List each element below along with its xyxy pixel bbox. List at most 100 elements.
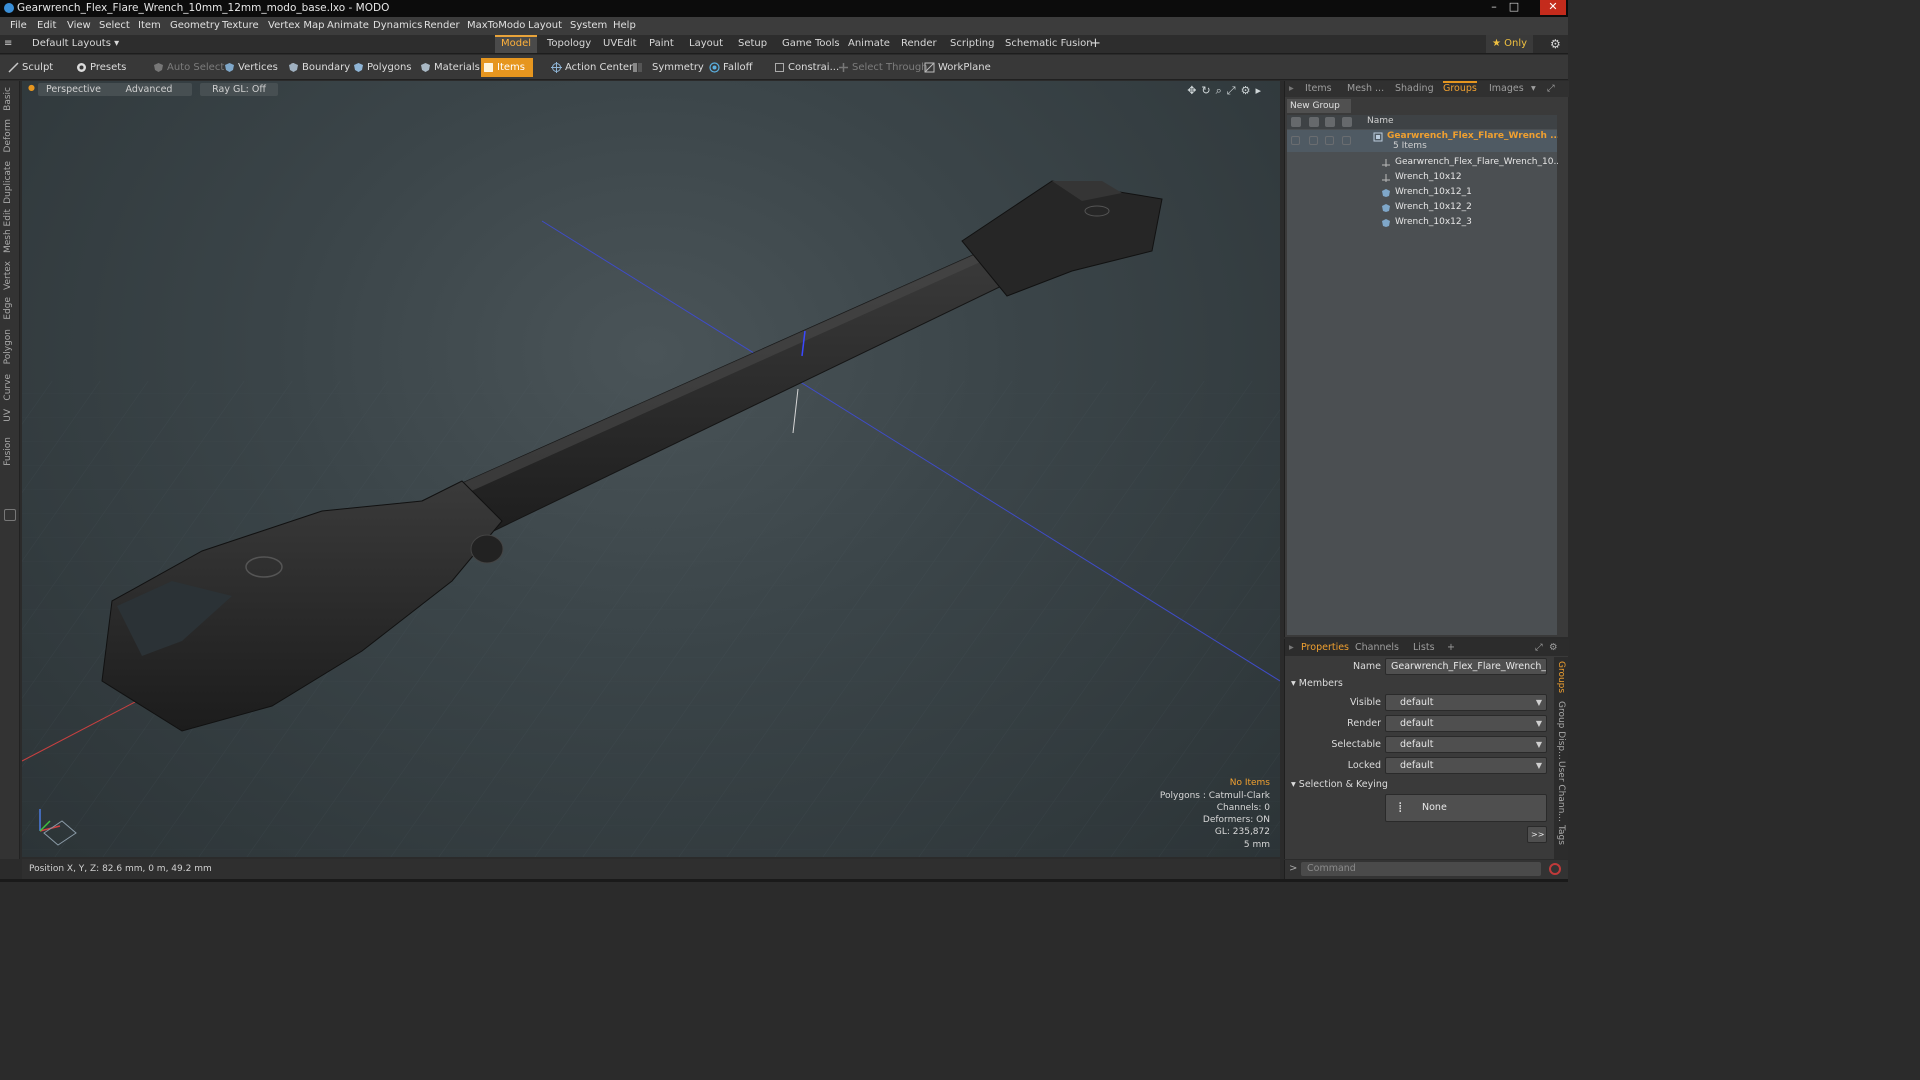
polygons-button[interactable]: Polygons [351, 58, 412, 77]
tab-groups[interactable]: Groups [1443, 81, 1477, 94]
add-layout-tab-button[interactable]: + [1084, 35, 1107, 53]
render-dropdown[interactable]: default ▼ [1385, 715, 1547, 732]
gear-icon[interactable]: ⚙ [1544, 35, 1567, 53]
visibility-column-icon[interactable] [1291, 117, 1301, 127]
tab-render[interactable]: Render [895, 35, 943, 53]
tab-layout[interactable]: Layout [683, 35, 729, 53]
menu-texture[interactable]: Texture [222, 20, 259, 31]
gear-icon[interactable]: ⚙ [1549, 642, 1558, 653]
tab-mesh[interactable]: Mesh ... [1347, 83, 1384, 94]
tab-channels[interactable]: Channels [1355, 642, 1399, 653]
sculpt-button[interactable]: Sculpt [6, 58, 53, 77]
group-row[interactable]: Gearwrench_Flex_Flare_Wrench ... 5 Items [1287, 130, 1560, 152]
panel-menu-icon[interactable]: ▸ [1289, 83, 1294, 94]
list-item[interactable]: Gearwrench_Flex_Flare_Wrench_10... [1287, 156, 1562, 171]
tab-topology[interactable]: Topology [541, 35, 597, 53]
layout-menu-icon[interactable]: ≡ [4, 35, 18, 53]
tab-game-tools[interactable]: Game Tools [776, 35, 846, 53]
tabs-overflow-icon[interactable]: ▾ [1531, 83, 1536, 94]
constraints-button[interactable]: Constrai... [772, 58, 839, 77]
vtab-deform[interactable]: Deform [3, 119, 13, 152]
command-input[interactable]: Command [1301, 862, 1541, 876]
name-input[interactable]: Gearwrench_Flex_Flare_Wrench_10mm [1385, 658, 1547, 675]
view-mode-dropdown[interactable]: Perspective [38, 83, 110, 96]
falloff-button[interactable]: Falloff [707, 58, 753, 77]
menu-select[interactable]: Select [99, 20, 130, 31]
lock-column-icon[interactable] [1325, 117, 1335, 127]
tab-scripting[interactable]: Scripting [944, 35, 1000, 53]
items-button[interactable]: Items [481, 58, 533, 77]
menu-system[interactable]: System [570, 20, 607, 31]
tab-lists[interactable]: Lists [1413, 642, 1435, 653]
keying-button[interactable]: ⁞ None [1385, 794, 1547, 822]
render-column-icon[interactable] [1309, 117, 1319, 127]
vtab-mesh-edit[interactable]: Mesh Edit [3, 209, 13, 253]
expand-button[interactable]: >> [1527, 826, 1547, 843]
visible-dropdown[interactable]: default ▼ [1385, 694, 1547, 711]
only-toggle[interactable]: ★ Only [1486, 35, 1534, 53]
tab-shading[interactable]: Shading [1395, 83, 1434, 94]
viewport-nav-icons[interactable]: ✥↻⌕⤢⚙▸ [1187, 84, 1266, 98]
action-center-button[interactable]: Action Center [549, 58, 633, 77]
menu-geometry[interactable]: Geometry [170, 20, 220, 31]
sidetab-groups[interactable]: Groups [1556, 661, 1566, 693]
menu-render[interactable]: Render [424, 20, 460, 31]
vtab-duplicate[interactable]: Duplicate [3, 161, 13, 204]
select-toggle[interactable] [1342, 136, 1351, 145]
list-item[interactable]: Wrench_10x12_2 [1287, 201, 1557, 216]
auto-select-button[interactable]: Auto Select [151, 58, 224, 77]
name-column-header[interactable]: Name [1367, 116, 1394, 126]
vtab-basic[interactable]: Basic [3, 87, 13, 111]
new-group-button[interactable]: New Group [1287, 99, 1351, 113]
expand-panel-icon[interactable]: ⤢ [1547, 83, 1555, 94]
shading-mode-dropdown[interactable]: Advanced [106, 83, 192, 96]
menu-view[interactable]: View [67, 20, 91, 31]
select-column-icon[interactable] [1342, 117, 1352, 127]
tab-paint[interactable]: Paint [643, 35, 680, 53]
vtab-polygon[interactable]: Polygon [3, 329, 13, 364]
menu-edit[interactable]: Edit [37, 20, 56, 31]
list-item[interactable]: Wrench_10x12_3 [1287, 216, 1557, 231]
tab-model[interactable]: Model [495, 35, 538, 53]
render-toggle[interactable] [1309, 136, 1318, 145]
members-section-toggle[interactable]: ▾ Members [1291, 678, 1343, 689]
locked-dropdown[interactable]: default ▼ [1385, 757, 1547, 774]
record-icon[interactable] [1549, 863, 1561, 875]
menu-vertex-map[interactable]: Vertex Map [268, 20, 324, 31]
sidetab-group-display[interactable]: Group Disp... [1556, 701, 1566, 760]
selectable-dropdown[interactable]: default ▼ [1385, 736, 1547, 753]
tab-images[interactable]: Images [1489, 83, 1524, 94]
materials-button[interactable]: Materials [418, 58, 480, 77]
3d-viewport[interactable]: ● Perspective Advanced Ray GL: Off ✥↻⌕⤢⚙… [22, 81, 1280, 857]
workplane-button[interactable]: WorkPlane [922, 58, 991, 77]
menu-animate[interactable]: Animate [327, 20, 369, 31]
menu-file[interactable]: File [10, 20, 27, 31]
presets-button[interactable]: Presets [74, 58, 126, 77]
tab-properties[interactable]: Properties [1301, 642, 1349, 653]
tab-animate[interactable]: Animate [842, 35, 896, 53]
sidetab-tags[interactable]: Tags [1556, 825, 1566, 845]
menu-dynamics[interactable]: Dynamics [373, 20, 422, 31]
list-item[interactable]: Wrench_10x12_1 [1287, 186, 1557, 201]
viewport-menu-icon[interactable]: ● [28, 83, 35, 92]
lock-toggle[interactable] [1325, 136, 1334, 145]
close-button[interactable]: ✕ [1540, 0, 1566, 15]
add-tab-button[interactable]: + [1447, 642, 1455, 653]
vtab-edge[interactable]: Edge [3, 297, 13, 320]
boundary-button[interactable]: Boundary [286, 58, 350, 77]
list-item[interactable]: Wrench_10x12 [1287, 171, 1557, 186]
visibility-toggle[interactable] [1291, 136, 1300, 145]
maximize-button[interactable]: □ [1504, 0, 1524, 15]
raygl-toggle[interactable]: Ray GL: Off [200, 83, 278, 96]
panel-menu-icon[interactable]: ▸ [1289, 642, 1294, 653]
tab-items[interactable]: Items [1305, 83, 1332, 94]
expand-panel-icon[interactable]: ⤢ [1535, 642, 1543, 653]
minimize-button[interactable]: – [1484, 0, 1504, 15]
symmetry-button[interactable]: Symmetry [630, 58, 704, 77]
menu-help[interactable]: Help [613, 20, 636, 31]
vtab-uv[interactable]: UV [3, 409, 13, 422]
tab-setup[interactable]: Setup [732, 35, 773, 53]
select-through-button[interactable]: Select Through [836, 58, 928, 77]
vtab-vertex[interactable]: Vertex [3, 261, 13, 290]
menu-layout[interactable]: Layout [528, 20, 562, 31]
